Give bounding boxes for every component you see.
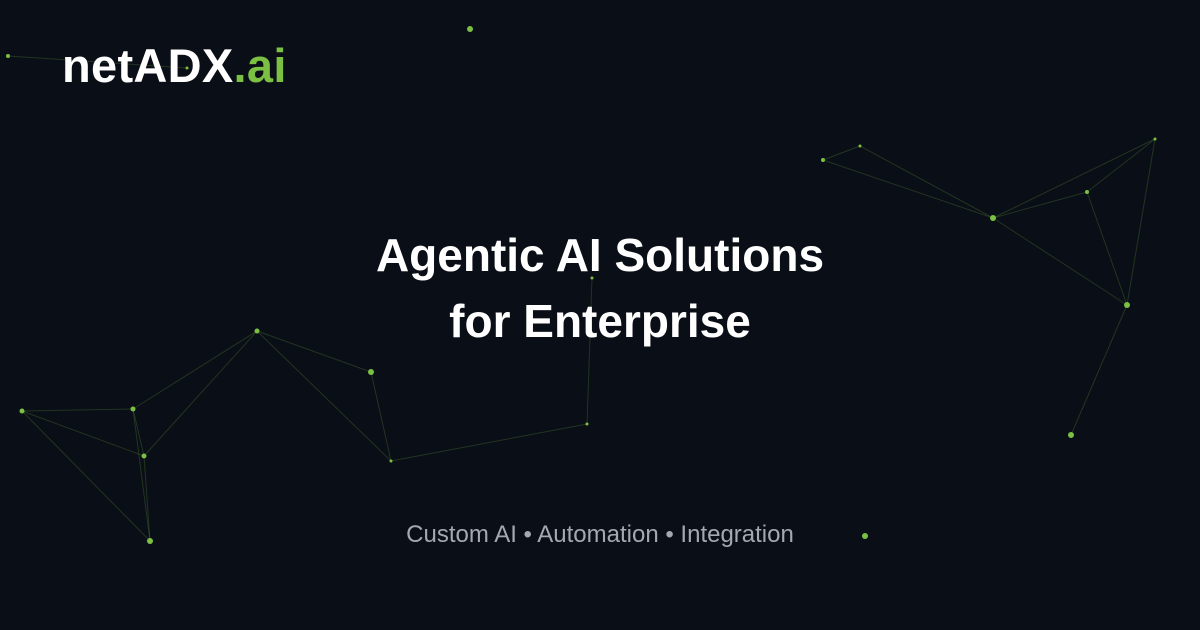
network-edge	[390, 423, 588, 462]
network-node	[821, 158, 825, 162]
network-edge	[822, 145, 861, 161]
network-edge	[370, 371, 392, 462]
tagline: Custom AI • Automation • Integration	[406, 521, 794, 548]
network-node	[368, 369, 374, 375]
network-node	[141, 453, 147, 459]
network-node	[1068, 432, 1074, 438]
network-node	[858, 144, 862, 148]
network-edge	[992, 138, 1156, 219]
network-edge	[21, 410, 145, 457]
network-node	[467, 26, 473, 32]
headline: Agentic AI Solutions for Enterprise	[0, 222, 1200, 354]
headline-line-1: Agentic AI Solutions	[375, 229, 825, 281]
network-node	[19, 408, 25, 414]
network-node	[1085, 190, 1089, 194]
headline-line-2: for Enterprise	[449, 295, 751, 347]
logo: netADX.ai	[62, 36, 287, 96]
logo-name: netADX	[62, 39, 234, 92]
network-edge	[1086, 138, 1156, 193]
network-node	[990, 215, 996, 221]
network-node	[130, 406, 136, 412]
network-edge	[992, 191, 1088, 219]
network-node	[6, 54, 10, 58]
network-edge	[21, 408, 134, 412]
network-node	[585, 422, 589, 426]
network-node	[389, 459, 393, 463]
network-edge	[822, 159, 994, 219]
network-node	[1153, 137, 1157, 141]
network-edge	[859, 145, 994, 219]
logo-suffix: .ai	[233, 39, 287, 92]
